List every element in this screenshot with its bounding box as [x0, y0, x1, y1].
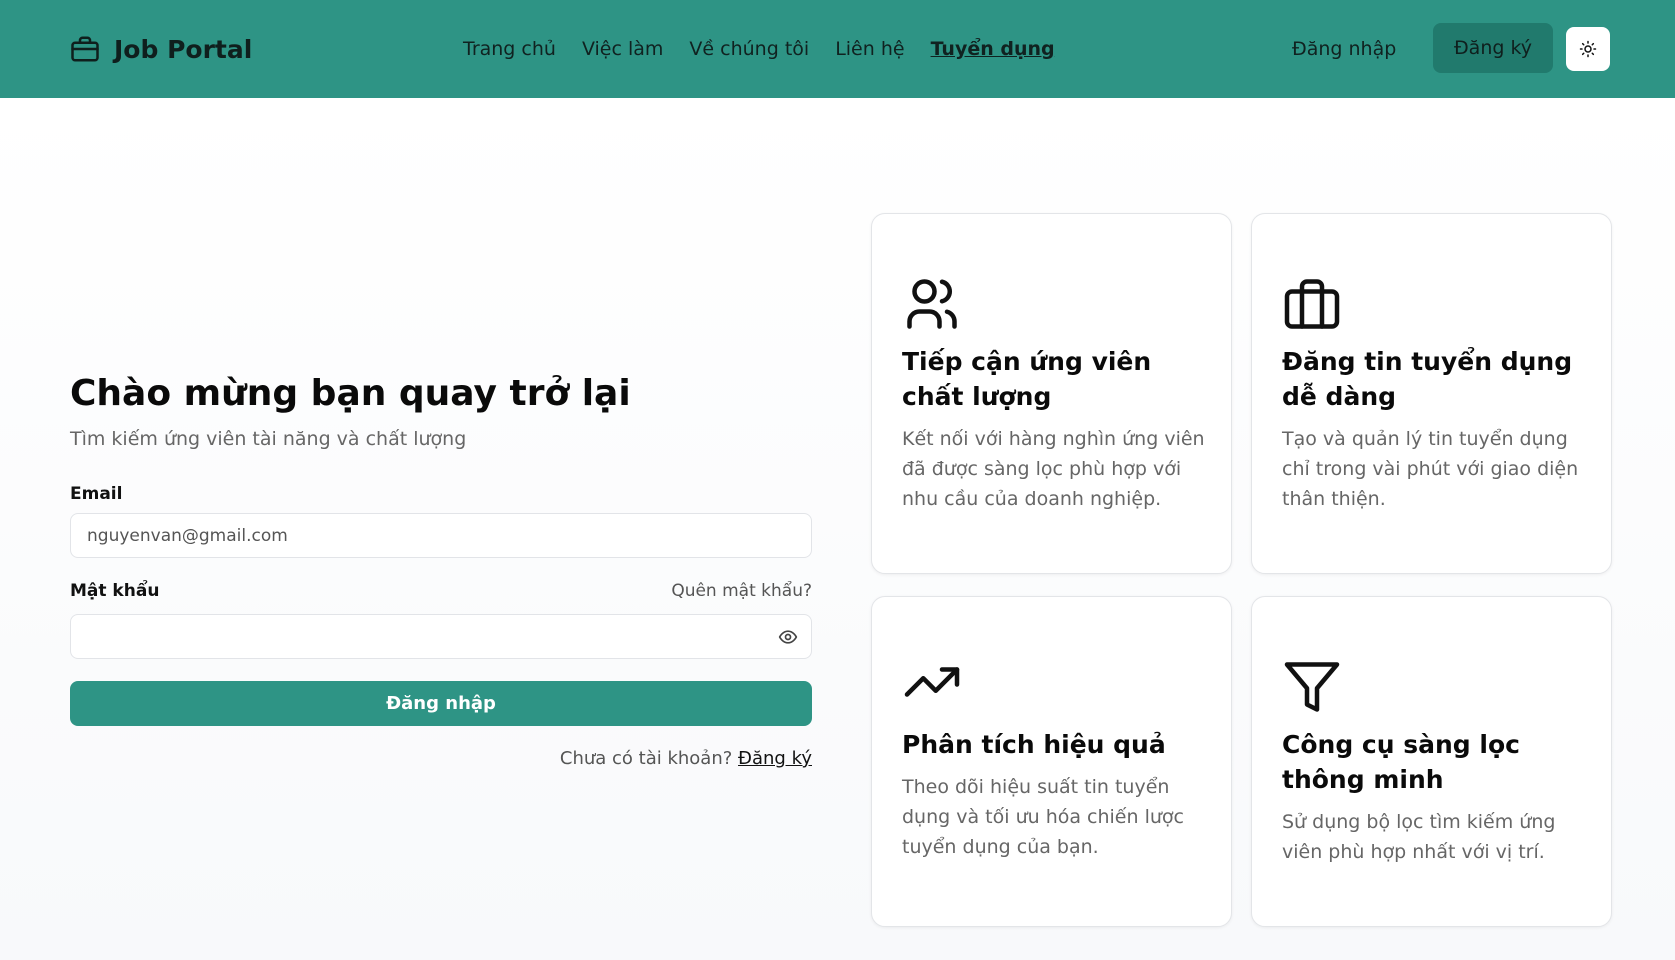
page-subtitle: Tìm kiếm ứng viên tài năng và chất lượng	[70, 428, 467, 450]
feature-card: Tiếp cận ứng viên chất lượng Kết nối với…	[871, 213, 1232, 574]
main-content: Chào mừng bạn quay trở lại Tìm kiếm ứng …	[0, 98, 1675, 960]
signup-prompt: Chưa có tài khoản? Đăng ký	[560, 748, 812, 769]
trending-up-icon	[902, 652, 962, 712]
nav-recruitment[interactable]: Tuyển dụng	[931, 38, 1055, 60]
brand-logo[interactable]: Job Portal	[70, 32, 252, 66]
nav-jobs[interactable]: Việc làm	[582, 38, 663, 60]
feature-description: Sử dụng bộ lọc tìm kiếm ứng viên phù hợp…	[1282, 811, 1556, 863]
password-field[interactable]	[70, 614, 812, 659]
feature-description: Tạo và quản lý tin tuyển dụng chỉ trong …	[1282, 428, 1579, 510]
password-label: Mật khẩu	[70, 581, 160, 601]
nav-about[interactable]: Về chúng tôi	[689, 38, 809, 60]
feature-title: Phân tích hiệu quả	[902, 730, 1166, 759]
briefcase-icon	[1282, 274, 1342, 334]
theme-toggle-button[interactable]	[1566, 27, 1610, 71]
feature-card: Phân tích hiệu quả Theo dõi hiệu suất ti…	[871, 596, 1232, 927]
feature-description: Kết nối với hàng nghìn ứng viên đã được …	[902, 428, 1205, 510]
feature-title: Tiếp cận ứng viên chất lượng	[902, 347, 1152, 411]
feature-card: Công cụ sàng lọc thông minh Sử dụng bộ l…	[1251, 596, 1612, 927]
users-icon	[902, 274, 962, 334]
page-title: Chào mừng bạn quay trở lại	[70, 373, 631, 414]
eye-icon[interactable]	[776, 625, 800, 649]
briefcase-icon	[70, 34, 100, 64]
nav-home[interactable]: Trang chủ	[463, 38, 556, 60]
feature-title: Công cụ sàng lọc thông minh	[1282, 730, 1520, 794]
login-submit-button[interactable]: Đăng nhập	[70, 681, 812, 726]
signup-link[interactable]: Đăng ký	[738, 748, 812, 769]
sun-icon	[1579, 40, 1597, 58]
feature-card: Đăng tin tuyển dụng dễ dàng Tạo và quản …	[1251, 213, 1612, 574]
brand-name: Job Portal	[114, 34, 253, 64]
nav-contact[interactable]: Liên hệ	[835, 38, 904, 60]
feature-title: Đăng tin tuyển dụng dễ dàng	[1282, 347, 1573, 411]
header-register-button[interactable]: Đăng ký	[1433, 23, 1553, 73]
filter-icon	[1282, 657, 1342, 717]
forgot-password-link[interactable]: Quên mật khẩu?	[671, 581, 812, 601]
email-field[interactable]	[70, 513, 812, 558]
no-account-text: Chưa có tài khoản?	[559, 748, 733, 769]
header-login-link[interactable]: Đăng nhập	[1292, 34, 1396, 64]
email-label: Email	[70, 484, 123, 504]
feature-description: Theo dõi hiệu suất tin tuyển dụng và tối…	[902, 776, 1184, 858]
top-navbar: Job Portal Trang chủ Việc làm Về chúng t…	[0, 0, 1675, 98]
main-nav: Trang chủ Việc làm Về chúng tôi Liên hệ …	[463, 34, 1055, 64]
